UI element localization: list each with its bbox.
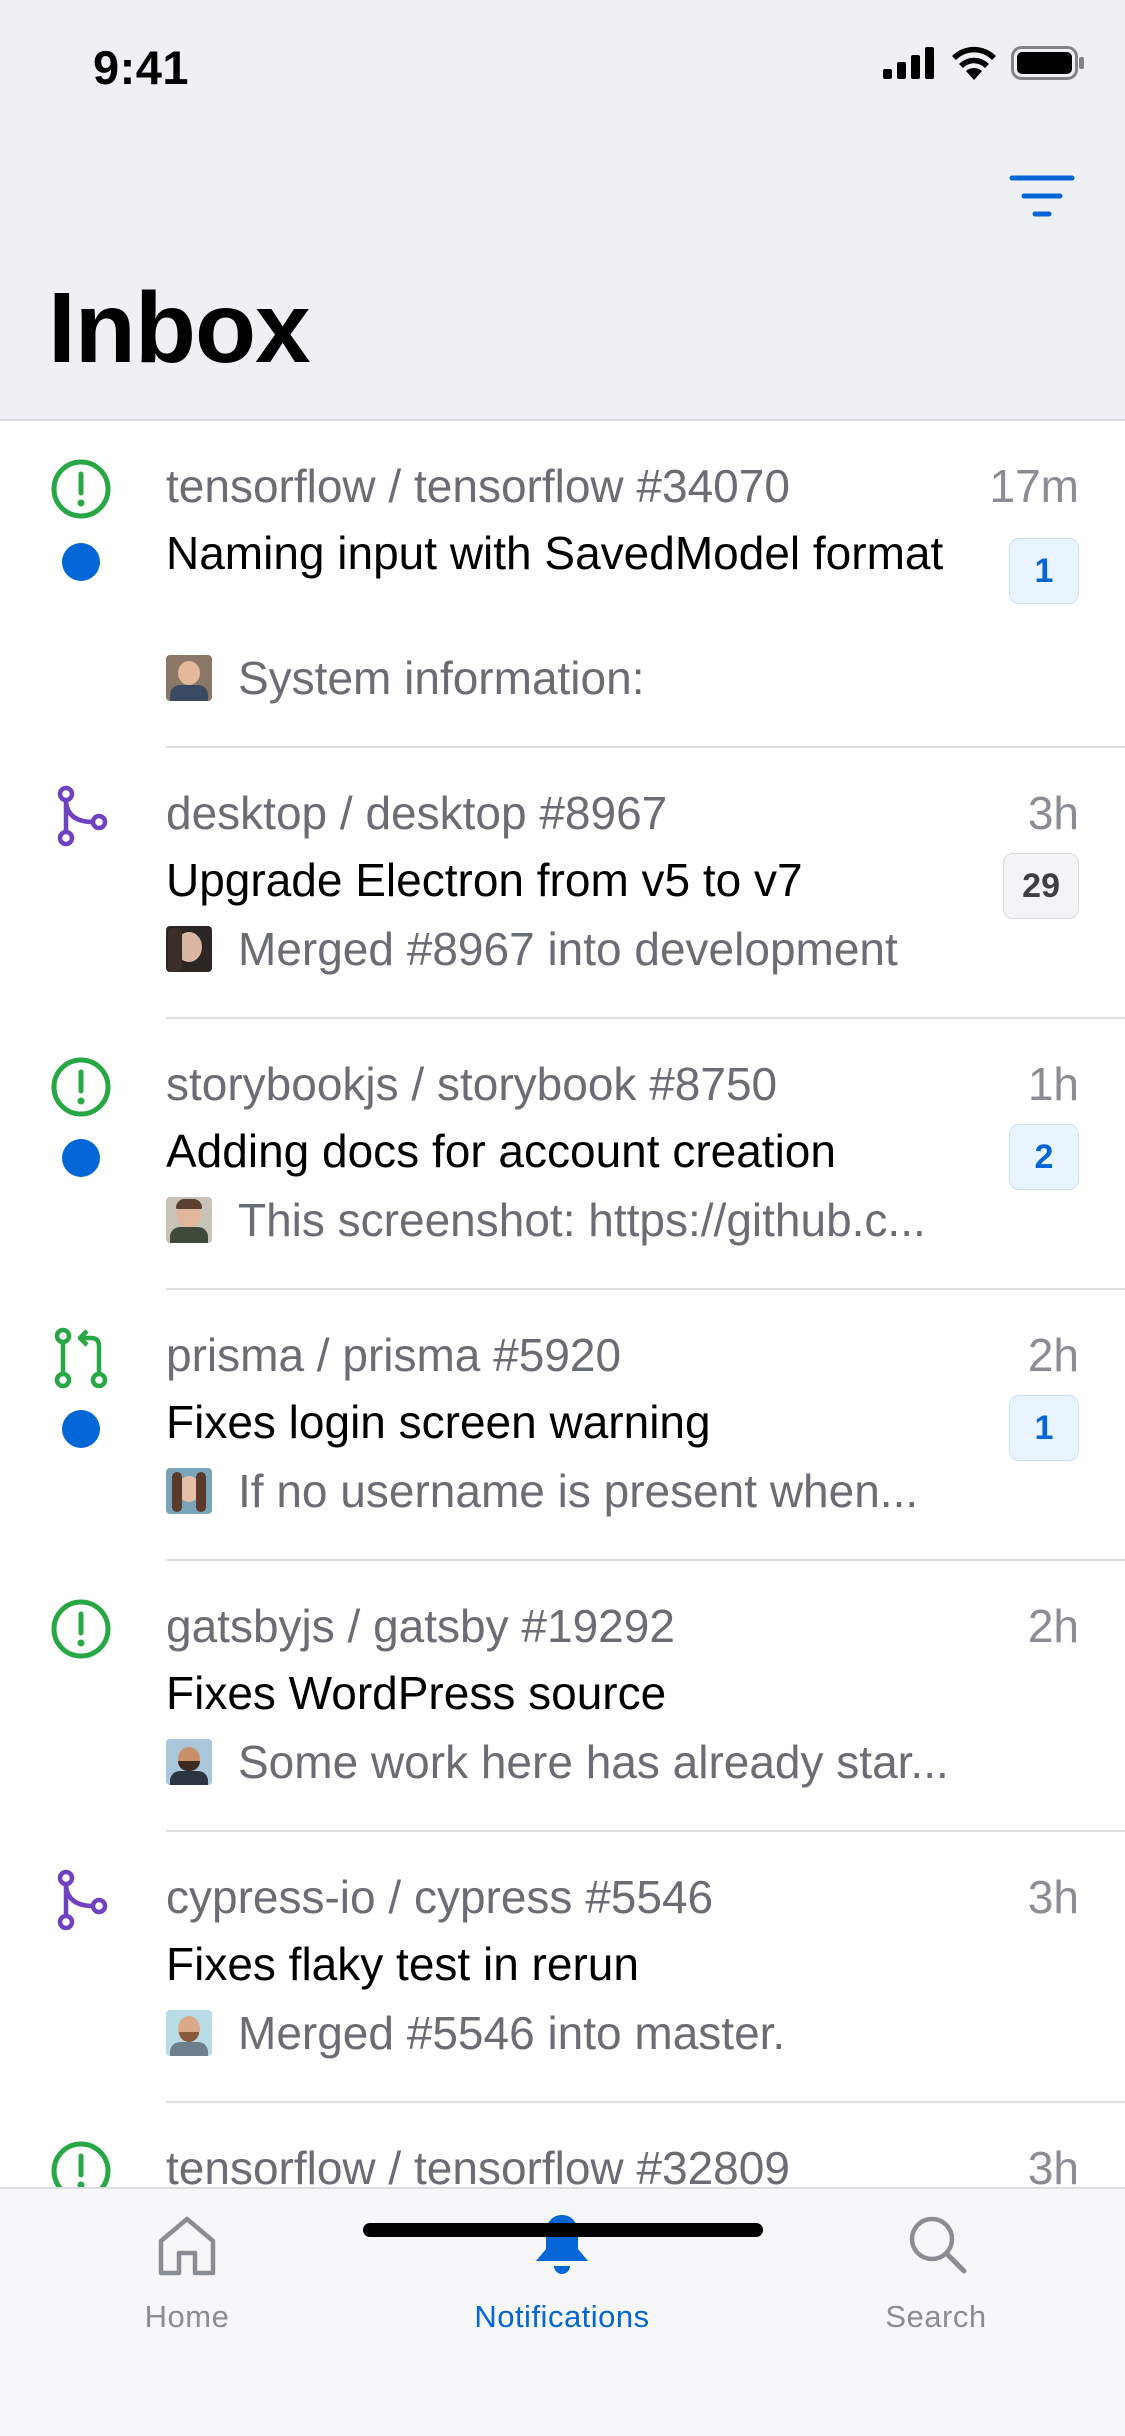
repo-label: cypress-io / cypress #5546 — [166, 1871, 714, 1923]
status-icons — [883, 46, 1085, 80]
comment-text: Merged #8967 into development — [238, 923, 898, 975]
notification-row[interactable]: tensorflow / tensorflow #34070 17m Namin… — [0, 421, 1125, 748]
timestamp: 3h — [1027, 787, 1079, 839]
comment-text: This screenshot: https://github.c... — [238, 1194, 926, 1246]
comment-count-badge: 1 — [1009, 1395, 1079, 1461]
comment-text: Some work here has already star... — [238, 1736, 949, 1788]
timestamp: 3h — [1027, 1871, 1079, 1923]
filter-icon[interactable] — [1008, 172, 1076, 220]
notification-list[interactable]: tensorflow / tensorflow #34070 17m Namin… — [0, 421, 1125, 2187]
timestamp: 17m — [989, 460, 1079, 512]
comment-preview: Merged #5546 into master. — [166, 2006, 996, 2060]
repo-label: tensorflow / tensorflow #34070 — [166, 460, 790, 512]
notification-row[interactable]: storybookjs / storybook #8750 1h Adding … — [0, 1019, 1125, 1290]
notification-row[interactable]: desktop / desktop #8967 3h Upgrade Elect… — [0, 748, 1125, 1019]
avatar — [166, 926, 212, 972]
avatar — [166, 1739, 212, 1785]
header: 9:41 Inbox — [0, 0, 1125, 421]
git-merge-icon — [57, 785, 108, 847]
repo-label: storybookjs / storybook #8750 — [166, 1058, 778, 1110]
comment-preview: This screenshot: https://github.c... — [166, 1193, 996, 1247]
notification-row[interactable]: tensorflow / tensorflow #32809 3h — [0, 2103, 1125, 2187]
subject-title: Naming input with SavedModel format — [166, 527, 944, 579]
repo-label: gatsbyjs / gatsby #19292 — [166, 1600, 675, 1652]
unread-dot — [62, 1410, 100, 1448]
timestamp: 1h — [1027, 1058, 1079, 1110]
comment-preview: Merged #8967 into development — [166, 922, 996, 976]
timestamp: 2h — [1027, 1600, 1079, 1652]
subject-title: Fixes WordPress source — [166, 1667, 667, 1719]
subject-title: Fixes login screen warning — [166, 1396, 711, 1448]
comment-preview: System information: — [166, 651, 996, 705]
timestamp: 2h — [1027, 1329, 1079, 1381]
comment-text: Merged #5546 into master. — [238, 2007, 786, 2059]
subject-title: Upgrade Electron from v5 to v7 — [166, 854, 803, 906]
comment-count-badge: 1 — [1009, 538, 1079, 604]
issue-opened-icon — [51, 1599, 111, 1659]
avatar — [166, 1197, 212, 1243]
battery-icon — [1011, 46, 1084, 80]
tab-home[interactable]: Home — [67, 2211, 307, 2335]
git-pull-request-icon — [54, 1327, 108, 1389]
tab-label: Search — [885, 2299, 987, 2334]
page-title: Inbox — [48, 272, 311, 384]
comment-text: If no username is present when... — [238, 1465, 919, 1517]
subject-title: Adding docs for account creation — [166, 1125, 836, 1177]
avatar — [166, 1468, 212, 1514]
repo-label: tensorflow / tensorflow #32809 — [166, 2142, 790, 2187]
search-icon — [909, 2216, 967, 2274]
comment-text: System information: — [238, 652, 645, 704]
notification-row[interactable]: prisma / prisma #5920 2h Fixes login scr… — [0, 1290, 1125, 1561]
unread-dot — [62, 1139, 100, 1177]
notification-row[interactable]: gatsbyjs / gatsby #19292 2h Fixes WordPr… — [0, 1561, 1125, 1832]
comment-preview: If no username is present when... — [166, 1464, 996, 1518]
notification-row[interactable]: cypress-io / cypress #5546 3h Fixes flak… — [0, 1832, 1125, 2103]
issue-opened-icon — [51, 459, 111, 519]
wifi-icon — [952, 46, 996, 80]
timestamp: 3h — [1027, 2142, 1079, 2187]
avatar — [166, 2010, 212, 2056]
issue-opened-icon — [51, 1057, 111, 1117]
comment-preview: Some work here has already star... — [166, 1735, 996, 1789]
comment-count-badge: 29 — [1003, 853, 1079, 919]
home-icon — [158, 2216, 216, 2276]
issue-opened-icon — [51, 2141, 111, 2187]
git-merge-icon — [57, 1869, 108, 1931]
tab-label: Home — [144, 2299, 230, 2334]
bell-icon — [536, 2215, 588, 2274]
repo-label: desktop / desktop #8967 — [166, 787, 668, 839]
tab-label: Notifications — [474, 2299, 650, 2334]
tab-search[interactable]: Search — [816, 2211, 1056, 2335]
repo-label: prisma / prisma #5920 — [166, 1329, 622, 1381]
signal-icon — [883, 47, 934, 79]
unread-dot — [62, 543, 100, 581]
subject-title: Fixes flaky test in rerun — [166, 1938, 639, 1990]
status-time: 9:41 — [93, 41, 190, 94]
home-indicator-bar — [363, 2223, 763, 2237]
avatar — [166, 655, 212, 701]
comment-count-badge: 2 — [1009, 1124, 1079, 1190]
